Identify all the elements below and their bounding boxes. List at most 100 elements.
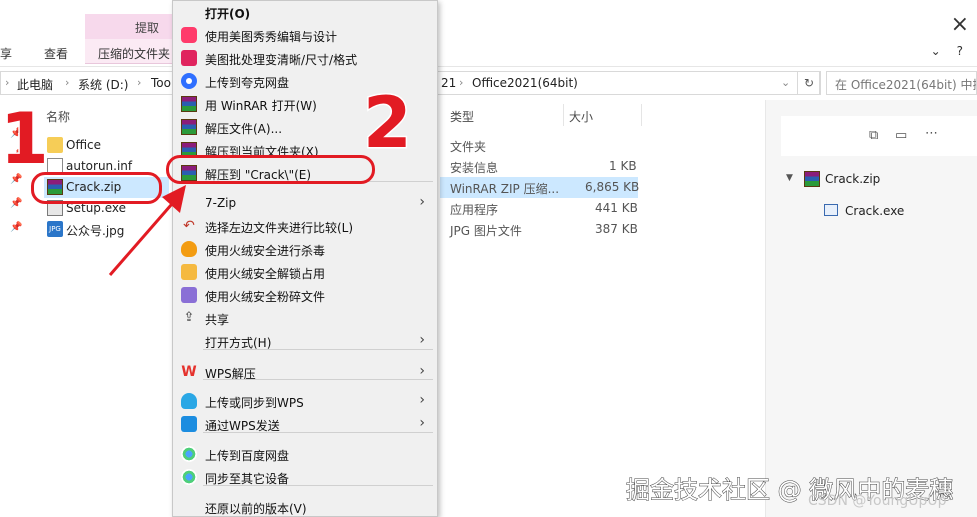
share-icon: ⇪ xyxy=(183,310,195,325)
baidu-sync-icon xyxy=(181,469,197,485)
breadcrumb-parent[interactable]: 21 xyxy=(441,76,456,90)
huorong-shred-icon xyxy=(181,287,197,303)
step-1-label: 1 xyxy=(0,97,50,182)
breadcrumb-this-pc[interactable]: 此电脑 xyxy=(17,76,53,93)
column-divider[interactable] xyxy=(641,104,642,126)
menu-separator xyxy=(203,432,433,433)
menu-item-label: 使用火绒安全解锁占用 xyxy=(205,267,326,281)
context-menu: 打开(O) 使用美图秀秀编辑与设计 美图批处理变清晰/尺寸/格式 上传到夸克网盘用 W… xyxy=(172,0,438,517)
menu-item-11[interactable]: 使用火绒安全解锁占用 xyxy=(173,261,437,284)
meitu-batch-icon xyxy=(181,50,197,66)
file-type: JPG 图片文件 xyxy=(450,224,522,238)
menu-item-label: 上传到百度网盘 xyxy=(205,449,290,463)
chevron-right-icon: › xyxy=(419,363,425,379)
column-header-size[interactable]: 大小 xyxy=(569,108,593,125)
breadcrumb-tools[interactable]: Too xyxy=(151,76,171,90)
chevron-right-icon: › xyxy=(419,194,425,210)
menu-item-18[interactable]: 上传到百度网盘 xyxy=(173,443,437,466)
file-type: 安装信息 xyxy=(450,161,499,175)
file-size: 6,865 KB xyxy=(585,180,640,194)
menu-item-label: 还原以前的版本(V) xyxy=(205,502,307,516)
tab-share[interactable]: 享 xyxy=(0,45,12,62)
jpg-icon: JPG xyxy=(47,221,63,237)
divider xyxy=(0,66,977,67)
tab-view[interactable]: 查看 xyxy=(44,45,68,62)
chevron-down-icon[interactable]: ⌄ xyxy=(931,44,941,58)
file-name: autorun.inf xyxy=(66,159,133,173)
csdn-watermark: CSDN @YoungUpUp xyxy=(808,493,947,509)
tab-compressed-folder[interactable]: 压缩的文件夹 xyxy=(98,45,170,62)
preview-child-name[interactable]: Crack.exe xyxy=(845,204,904,218)
menu-item-15[interactable]: W WPS解压 › xyxy=(173,361,437,384)
file-size: 1 KB xyxy=(609,159,637,173)
breadcrumb-office2021[interactable]: Office2021(64bit) xyxy=(472,76,578,90)
menu-item-label: 使用美图秀秀编辑与设计 xyxy=(205,30,338,44)
preview-pane: ⧉ ▭ ⋯ ▼ Crack.zip Crack.exe xyxy=(765,100,977,517)
menu-item-label: 使用火绒安全进行杀毒 xyxy=(205,244,326,258)
menu-item-10[interactable]: 使用火绒安全进行杀毒 xyxy=(173,238,437,261)
menu-item-label: 打开(O) xyxy=(205,7,251,21)
menu-item-16[interactable]: 上传或同步到WPS › xyxy=(173,390,437,413)
winrar-icon xyxy=(181,96,197,112)
expand-triangle-icon[interactable]: ▼ xyxy=(786,173,793,183)
menu-item-9[interactable]: ↶ 选择左边文件夹进行比较(L) xyxy=(173,215,437,238)
column-divider[interactable] xyxy=(563,104,564,126)
winrar-icon xyxy=(181,119,197,135)
winrar-icon xyxy=(804,171,820,187)
file-row-office[interactable]: Office xyxy=(44,135,169,156)
column-header-name[interactable]: 名称 xyxy=(46,108,70,125)
chevron-right-icon: › xyxy=(419,332,425,348)
menu-item-8[interactable]: 7-Zip › xyxy=(173,192,437,215)
column-header-type[interactable]: 类型 xyxy=(450,108,474,125)
wps-send-icon xyxy=(181,416,197,432)
pin-icon[interactable]: 📌 xyxy=(10,198,22,209)
menu-separator xyxy=(203,379,433,380)
menu-item-label: 上传或同步到WPS xyxy=(205,396,304,410)
file-name: Office xyxy=(66,138,102,152)
preview-archive-name[interactable]: Crack.zip xyxy=(825,172,880,186)
preview-toolbar: ⧉ ▭ ⋯ xyxy=(781,116,977,156)
file-type: WinRAR ZIP 压缩... xyxy=(450,182,560,196)
arrow-head xyxy=(162,185,186,213)
refresh-icon[interactable]: ↻ xyxy=(797,71,821,95)
search-input[interactable]: 在 Office2021(64bit) 中搜 xyxy=(826,71,977,95)
meitu-icon xyxy=(181,27,197,43)
menu-item-0[interactable]: 打开(O) xyxy=(173,1,437,24)
menu-separator xyxy=(203,485,433,486)
quark-icon xyxy=(181,73,197,89)
menu-item-13[interactable]: ⇪ 共享 xyxy=(173,307,437,330)
file-type: 应用程序 xyxy=(450,203,499,217)
close-icon[interactable]: × xyxy=(951,12,969,37)
help-icon[interactable]: ? xyxy=(957,44,963,58)
chevron-right-icon: › xyxy=(419,392,425,408)
menu-item-1[interactable]: 使用美图秀秀编辑与设计 xyxy=(173,24,437,47)
menu-item-label: 使用火绒安全粉碎文件 xyxy=(205,290,326,304)
menu-item-label: 美图批处理变清晰/尺寸/格式 xyxy=(205,53,358,67)
exe-icon xyxy=(824,204,838,216)
file-size: 441 KB xyxy=(595,201,638,215)
chevron-right-icon: › xyxy=(65,76,70,89)
menu-item-20[interactable]: 还原以前的版本(V) xyxy=(173,496,437,517)
wps-icon: W xyxy=(181,364,197,380)
folder-icon xyxy=(47,137,63,153)
chevron-right-icon: › xyxy=(137,76,142,89)
more-icon[interactable]: ⋯ xyxy=(925,126,938,141)
menu-item-12[interactable]: 使用火绒安全粉碎文件 xyxy=(173,284,437,307)
wps-cloud-icon xyxy=(181,393,197,409)
tab-extract[interactable]: 提取 xyxy=(85,14,175,39)
menu-item-2[interactable]: 美图批处理变清晰/尺寸/格式 xyxy=(173,47,437,70)
chevron-right-icon: › xyxy=(459,76,464,89)
menu-item-label: 解压文件(A)... xyxy=(205,122,283,136)
menu-item-label: 共享 xyxy=(205,313,230,327)
chevron-right-icon: › xyxy=(419,415,425,431)
chevron-down-icon[interactable]: ⌄ xyxy=(781,76,790,89)
breadcrumb-drive[interactable]: 系统 (D:) xyxy=(78,76,128,93)
ribbon: 提取 享 查看 压缩的文件夹 × ⌄ ? xyxy=(0,0,977,66)
pin-icon[interactable]: 📌 xyxy=(10,222,22,233)
menu-item-label: 上传到夸克网盘 xyxy=(205,76,290,90)
arrow-shaft xyxy=(108,196,180,276)
copy-icon[interactable]: ⧉ xyxy=(869,128,878,143)
ribbon-controls: ⌄ ? xyxy=(931,44,963,58)
open-folder-icon[interactable]: ▭ xyxy=(895,128,907,143)
menu-item-label: 7-Zip xyxy=(205,196,237,210)
